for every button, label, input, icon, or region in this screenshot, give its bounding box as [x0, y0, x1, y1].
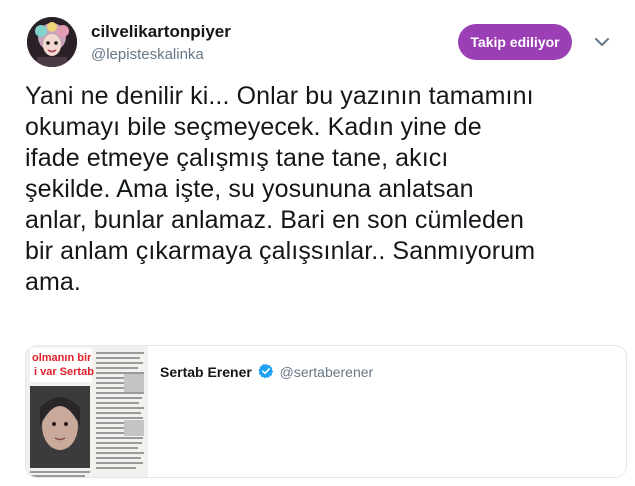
- tweet-text-line: şekilde. Ama işte, su yosununa anlatsan: [25, 175, 474, 203]
- media-headline-line: i var Sertab: [34, 366, 94, 378]
- verified-badge-icon: [258, 363, 274, 383]
- avatar[interactable]: [27, 17, 77, 67]
- following-button[interactable]: Takip ediliyor: [458, 24, 572, 60]
- tweet-text-line: ama.: [25, 268, 81, 296]
- newspaper-clipping-image: olmanın bir i var Sertab: [26, 346, 148, 477]
- quoted-author-name[interactable]: Sertab Erener: [160, 364, 252, 380]
- quoted-author-handle[interactable]: @sertaberener: [280, 364, 374, 380]
- quoted-tweet-card[interactable]: olmanın bir i var Sertab Sertab Erener @…: [25, 345, 627, 478]
- tweet-text-line: Yani ne denilir ki... Onlar bu yazının t…: [25, 82, 534, 110]
- author-info[interactable]: cilvelikartonpiyer @lepisteskalinka: [91, 22, 231, 65]
- quoted-tweet-media[interactable]: olmanın bir i var Sertab: [26, 346, 148, 477]
- tweet-text-line: ifade etmeye çalışmış tane tane, akıcı: [25, 144, 449, 172]
- quoted-tweet-author[interactable]: Sertab Erener @sertaberener: [160, 363, 373, 383]
- tweet-card: cilvelikartonpiyer @lepisteskalinka Taki…: [0, 0, 635, 486]
- author-screen-name[interactable]: @lepisteskalinka: [91, 45, 231, 65]
- media-headline-line: olmanın bir: [32, 352, 92, 364]
- tweet-text-line: bir anlam çıkarmaya çalışsınlar.. Sanmıy…: [25, 237, 536, 265]
- tweet-text-line: anlar, bunlar anlamaz. Bari en son cümle…: [25, 206, 525, 234]
- tweet-text-line: okumayı bile seçmeyecek. Kadın yine de: [25, 113, 482, 141]
- tweet-text: Yani ne denilir ki... Onlar bu yazının t…: [25, 81, 615, 298]
- avatar-image: [27, 17, 77, 67]
- chevron-down-icon[interactable]: [592, 32, 612, 52]
- author-display-name[interactable]: cilvelikartonpiyer: [91, 22, 231, 42]
